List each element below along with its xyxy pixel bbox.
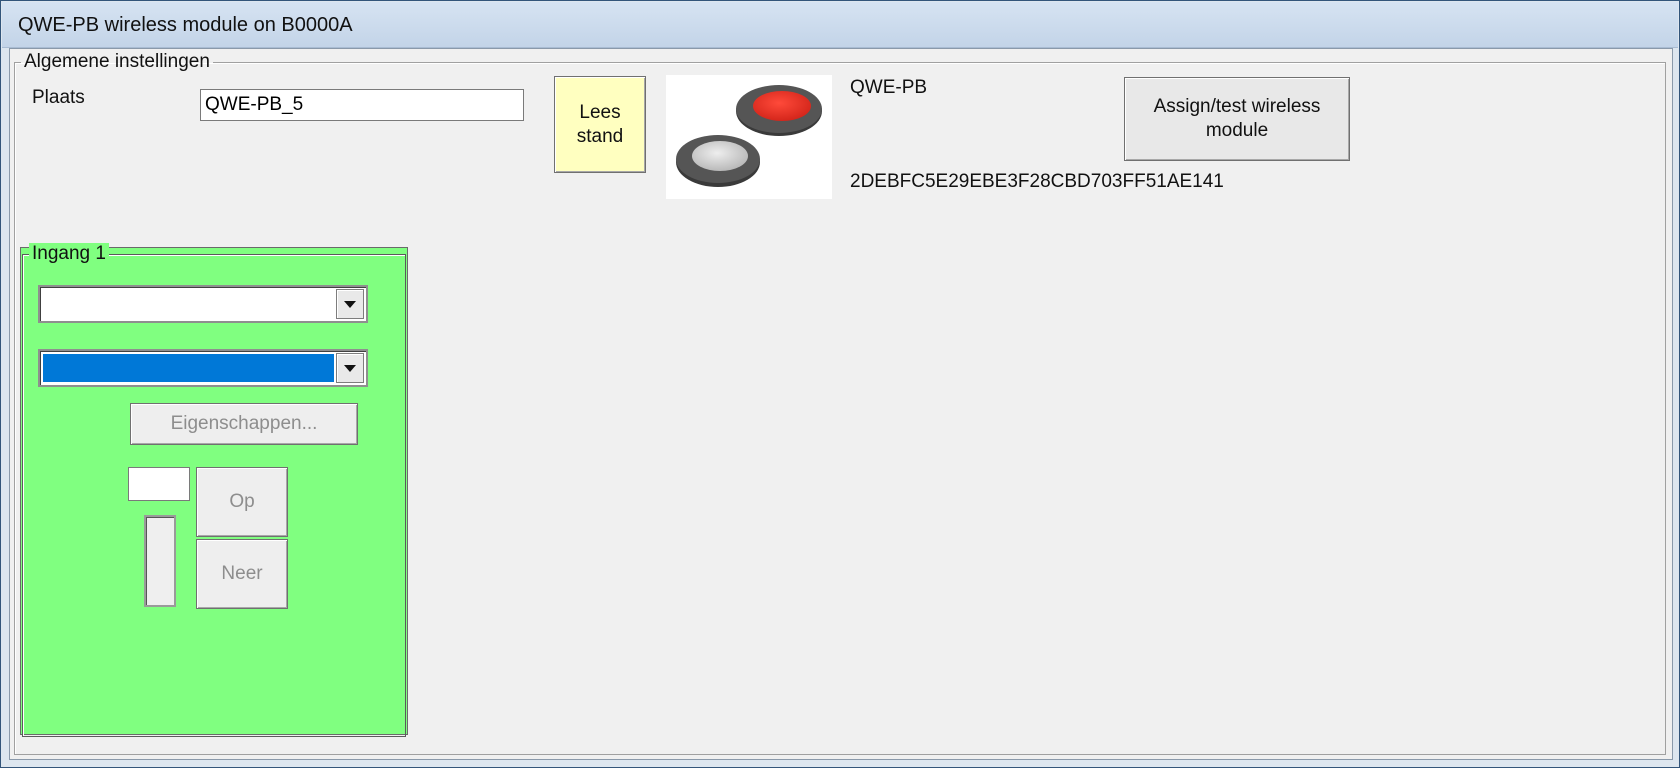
input1-combo-1[interactable] xyxy=(38,285,368,323)
general-settings-legend: Algemene instellingen xyxy=(24,51,210,72)
assign-test-button[interactable]: Assign/test wireless module xyxy=(1124,77,1350,161)
wireless-pushbutton-icon xyxy=(676,85,822,187)
up-button[interactable]: Op xyxy=(196,467,288,537)
window-title: QWE-PB wireless module on B0000A xyxy=(18,14,353,36)
properties-button[interactable]: Eigenschappen... xyxy=(130,403,358,445)
main-window: QWE-PB wireless module on B0000A Algemen… xyxy=(0,0,1680,768)
device-id-label: 2DEBFC5E29EBE3F28CBD703FF51AE141 xyxy=(850,171,1224,192)
plaats-label: Plaats xyxy=(32,87,85,108)
combo-2-dropdown-icon[interactable] xyxy=(336,353,364,383)
device-image xyxy=(666,75,832,199)
read-state-button[interactable]: Lees stand xyxy=(554,76,646,173)
client-area: Algemene instellingen Plaats Lees stand xyxy=(9,48,1673,760)
title-bar[interactable]: QWE-PB wireless module on B0000A xyxy=(2,2,1678,48)
down-button[interactable]: Neer xyxy=(196,539,288,609)
device-type-label: QWE-PB xyxy=(850,77,928,98)
input1-combo-2-selection xyxy=(43,354,334,382)
plaats-input[interactable] xyxy=(200,89,524,121)
input1-combo-2[interactable] xyxy=(38,349,368,387)
input1-combo-1-value xyxy=(43,290,334,318)
input1-legend: Ingang 1 xyxy=(29,243,109,265)
input1-value-field[interactable] xyxy=(128,467,190,501)
combo-1-dropdown-icon[interactable] xyxy=(336,289,364,319)
input1-level-bar xyxy=(144,515,176,607)
